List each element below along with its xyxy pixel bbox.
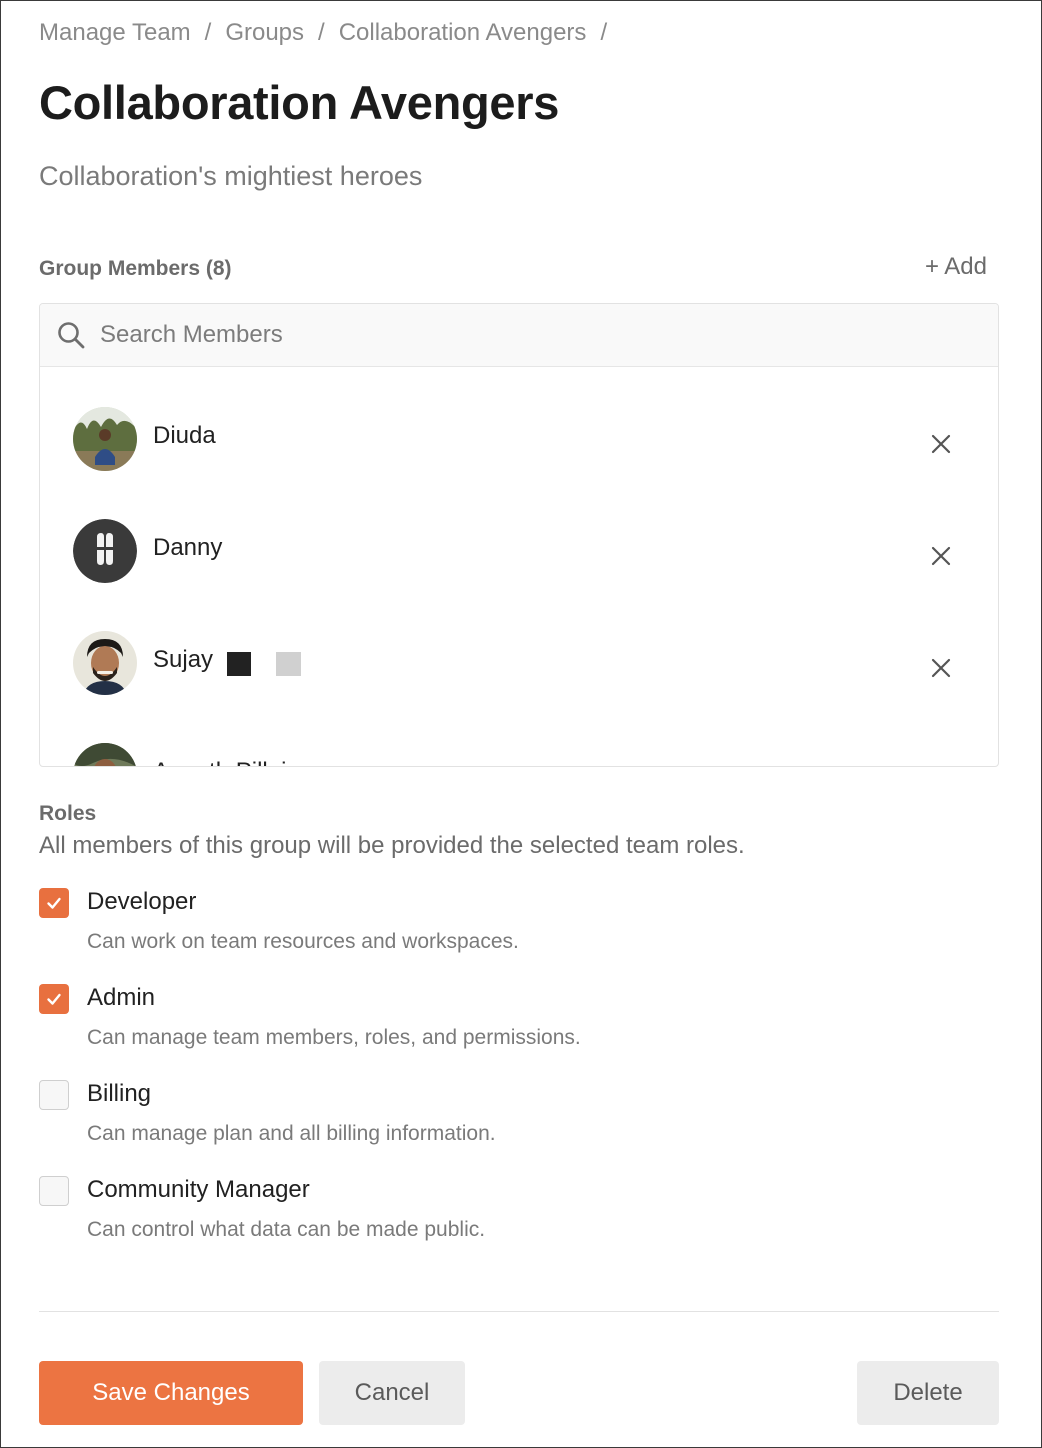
role-checkbox[interactable] [39,1080,69,1110]
page-title: Collaboration Avengers [39,76,560,129]
role-name: Community Manager [87,1176,310,1203]
role-description: Can work on team resources and workspace… [87,930,519,953]
close-icon[interactable] [928,543,954,569]
member-avatar [73,743,137,766]
breadcrumb-separator: / [204,19,212,46]
member-search-bar [40,304,998,367]
footer-divider [39,1311,999,1312]
role-description: Can control what data can be made public… [87,1218,486,1241]
breadcrumb-separator: / [318,19,325,46]
role-description: Can manage team members, roles, and perm… [87,1026,581,1049]
breadcrumb-manage-team[interactable]: Manage Team [39,19,191,47]
roles-description: All members of this group will be provid… [39,832,745,859]
member-row: Ananth Pillai [40,703,998,766]
member-name: Ananth Pillai [153,758,286,766]
member-badge-dark [227,652,251,676]
role-checkbox[interactable] [39,1176,69,1206]
members-list-box[interactable]: Diuda Danny [39,303,999,767]
breadcrumb: Manage Team / Groups / Collaboration Ave… [39,19,621,47]
member-row: Diuda [40,367,998,479]
group-members-heading: Group Members (8) [39,257,232,280]
role-checkbox[interactable] [39,984,69,1014]
role-checkbox[interactable] [39,888,69,918]
member-name: Diuda [153,422,216,449]
member-avatar [73,631,137,695]
delete-button[interactable]: Delete [857,1361,999,1425]
breadcrumb-separator: / [600,19,608,46]
checkmark-icon [47,897,61,909]
member-avatar [73,519,137,583]
member-name: Sujay [153,646,214,673]
page-subtitle: Collaboration's mightiest heroes [39,161,423,191]
member-badge-light [276,652,301,676]
add-member-button[interactable]: + Add [925,253,987,281]
member-name: Danny [153,534,223,561]
role-description: Can manage plan and all billing informat… [87,1122,496,1145]
search-icon [58,322,85,349]
breadcrumb-current-group[interactable]: Collaboration Avengers [339,19,587,47]
cancel-button[interactable]: Cancel [319,1361,465,1425]
role-name: Developer [87,888,197,915]
roles-heading: Roles [39,802,97,825]
close-icon[interactable] [928,431,954,457]
member-row: Danny [40,479,998,591]
save-changes-button[interactable]: Save Changes [39,1361,303,1425]
role-name: Billing [87,1080,152,1107]
member-row: Sujay [40,591,998,703]
group-detail-panel: Manage Team / Groups / Collaboration Ave… [0,0,1042,1448]
search-members-input[interactable] [98,320,902,350]
close-icon[interactable] [928,655,954,681]
checkmark-icon [47,993,61,1005]
breadcrumb-groups[interactable]: Groups [225,19,304,47]
role-name: Admin [87,984,156,1011]
member-avatar [73,407,137,471]
